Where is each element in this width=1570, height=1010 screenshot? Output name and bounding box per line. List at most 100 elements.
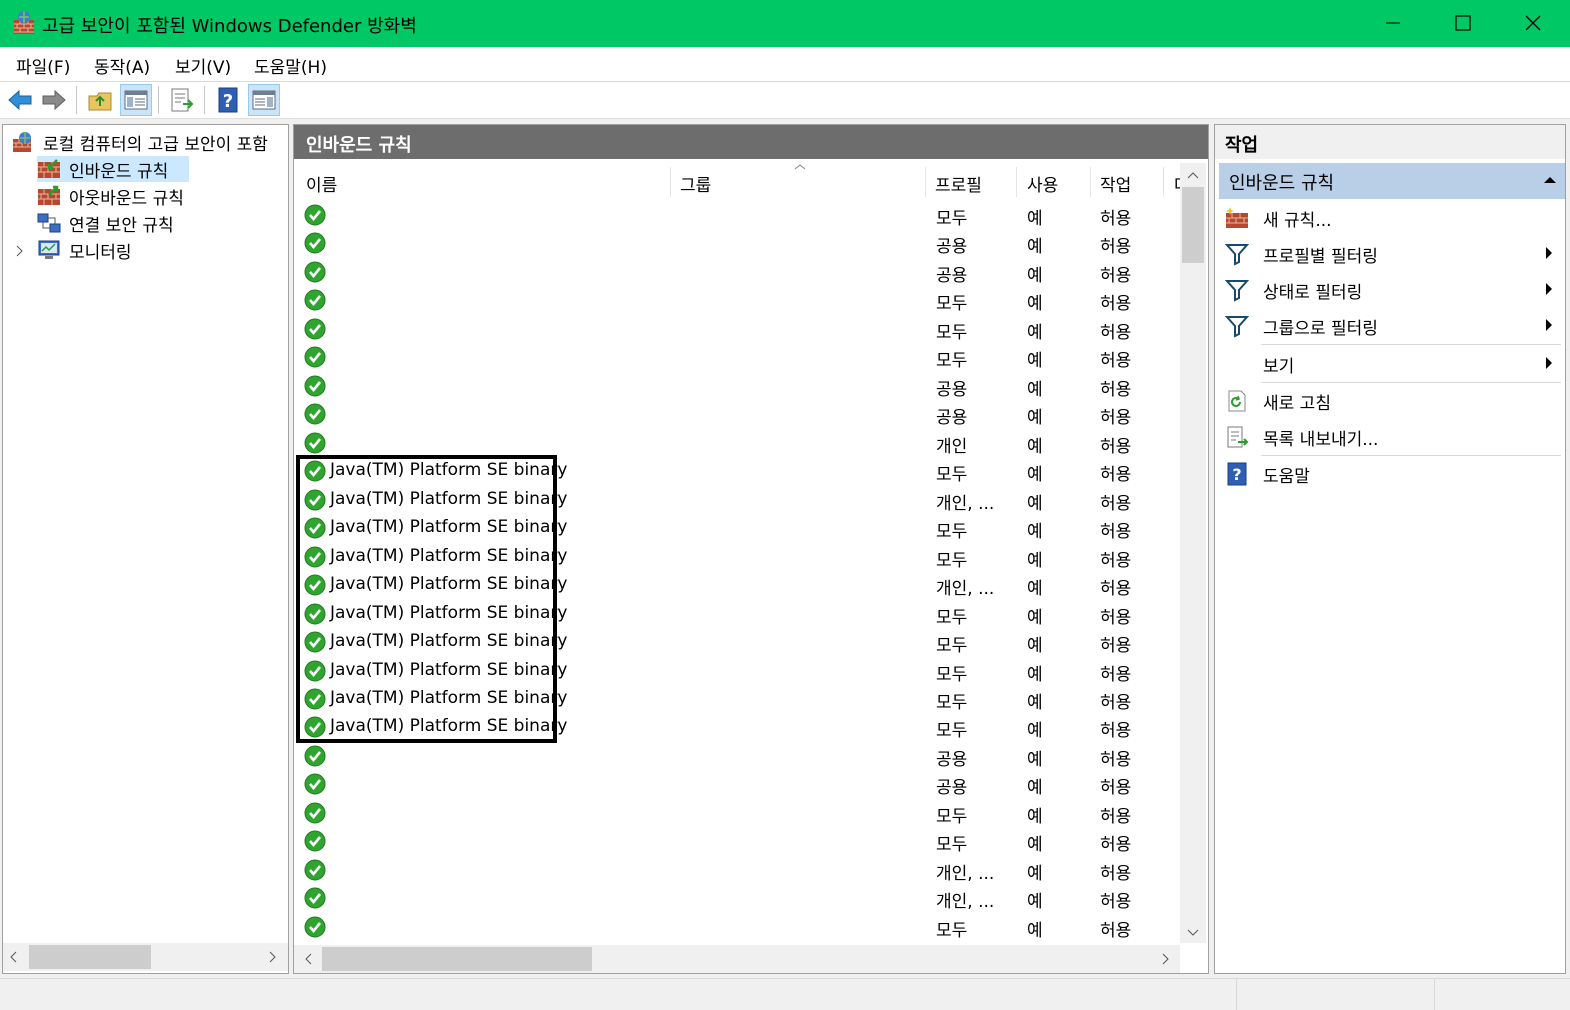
toolbar-separator: [76, 86, 77, 114]
forward-button[interactable]: [38, 84, 70, 116]
horizontal-scrollbar[interactable]: [3, 943, 288, 971]
rule-enabled-cell: 예: [1027, 522, 1043, 543]
column-divider[interactable]: [1163, 167, 1164, 197]
action-help[interactable]: ? 도움말: [1219, 457, 1565, 491]
table-row[interactable]: 모두예허용​: [302, 799, 1182, 827]
table-row[interactable]: 공용예허용​: [302, 372, 1182, 400]
action-new-rule[interactable]: 새 규칙...: [1219, 201, 1565, 235]
scroll-up-icon[interactable]: [1187, 171, 1199, 181]
menu-help[interactable]: 도움말(H): [254, 53, 327, 78]
table-row[interactable]: 공용예허용​: [302, 400, 1182, 428]
tree-item-outbound-rules[interactable]: 아웃바운드 규칙: [37, 183, 237, 209]
rule-action-cell: 허용: [1100, 522, 1132, 543]
menu-action[interactable]: 동작(A): [94, 53, 150, 78]
enabled-check-icon: [304, 204, 326, 231]
outbound-rules-icon: [38, 185, 60, 205]
scroll-left-icon[interactable]: [9, 951, 19, 963]
action-filter-by-group[interactable]: 그룹으로 필터링: [1219, 309, 1565, 343]
scrollbar-thumb[interactable]: [1182, 187, 1204, 263]
table-row[interactable]: 모두예허용​: [302, 827, 1182, 855]
action-filter-by-profile[interactable]: 프로필별 필터링: [1219, 237, 1565, 271]
action-separator: [1261, 344, 1561, 345]
rule-profile-cell: 모두: [936, 550, 968, 571]
column-divider[interactable]: [1016, 167, 1017, 197]
rule-profile-cell: 공용: [936, 408, 968, 429]
scroll-right-icon[interactable]: [267, 951, 277, 963]
export-list-button[interactable]: [166, 84, 198, 116]
rule-action-cell: 허용: [1100, 265, 1132, 286]
show-hide-action-pane-button[interactable]: [248, 84, 280, 116]
table-row[interactable]: 모두예허용​: [302, 315, 1182, 343]
scrollbar-thumb[interactable]: [322, 947, 592, 971]
status-bar: [0, 978, 1570, 1010]
rule-profile-cell: 개인, ...: [936, 493, 995, 514]
rule-action-cell: 허용: [1100, 436, 1132, 457]
table-row[interactable]: 공용예허용​: [302, 742, 1182, 770]
table-row[interactable]: 개인예허용​: [302, 429, 1182, 457]
rule-enabled-cell: 예: [1027, 237, 1043, 258]
menu-file[interactable]: 파일(F): [16, 53, 70, 78]
scroll-left-icon[interactable]: [304, 953, 314, 965]
action-view[interactable]: 보기: [1219, 347, 1565, 381]
rule-action-cell: 허용: [1100, 579, 1132, 600]
rule-enabled-cell: 예: [1027, 636, 1043, 657]
enabled-check-icon: [304, 887, 326, 914]
submenu-arrow-icon: [1546, 247, 1552, 259]
tree-item-connection-security-rules[interactable]: 연결 보안 규칙: [37, 210, 237, 236]
rule-profile-cell: 개인, ...: [936, 579, 995, 600]
rule-profile-cell: 개인, ...: [936, 892, 995, 913]
help-button[interactable]: ?: [212, 84, 244, 116]
up-folder-button[interactable]: [84, 84, 116, 116]
rule-profile-cell: 모두: [936, 607, 968, 628]
actions-section-header[interactable]: 인바운드 규칙: [1219, 163, 1565, 199]
close-button[interactable]: [1498, 0, 1568, 47]
menu-view[interactable]: 보기(V): [175, 53, 231, 78]
table-row[interactable]: 개인, ...예허용​: [302, 856, 1182, 884]
sort-ascending-icon: [794, 164, 806, 170]
action-label: 목록 내보내기...: [1263, 430, 1379, 450]
column-divider[interactable]: [925, 167, 926, 197]
scroll-right-icon[interactable]: [1160, 953, 1170, 965]
table-row[interactable]: 공용예허용​: [302, 258, 1182, 286]
rule-enabled-cell: 예: [1027, 835, 1043, 856]
minimize-button[interactable]: [1358, 0, 1428, 47]
rule-profile-cell: 모두: [936, 920, 968, 941]
tree-item-inbound-rules[interactable]: 인바운드 규칙: [37, 156, 189, 182]
scroll-down-icon[interactable]: [1187, 927, 1199, 937]
rule-profile-cell: 개인, ...: [936, 863, 995, 884]
toolbar: ?: [0, 82, 1570, 119]
table-row[interactable]: 모두예허용​: [302, 201, 1182, 229]
back-button[interactable]: [4, 84, 36, 116]
show-hide-tree-button[interactable]: [120, 84, 152, 116]
action-refresh[interactable]: 새로 고침: [1219, 384, 1565, 418]
vertical-scrollbar[interactable]: [1180, 163, 1206, 943]
rule-enabled-cell: 예: [1027, 920, 1043, 941]
tree-item-root[interactable]: 로컬 컴퓨터의 고급 보안이 포함: [11, 129, 288, 155]
table-row[interactable]: 공용예허용​: [302, 229, 1182, 257]
action-filter-by-state[interactable]: 상태로 필터링: [1219, 273, 1565, 307]
help-icon: ?: [1227, 462, 1247, 486]
rule-profile-cell: 모두: [936, 692, 968, 713]
show-hide-tree-icon: [124, 90, 148, 110]
action-export-list[interactable]: 목록 내보내기...: [1219, 420, 1565, 454]
table-row[interactable]: 공용예허용​: [302, 770, 1182, 798]
table-row[interactable]: 모두예허용​: [302, 343, 1182, 371]
scrollbar-thumb[interactable]: [29, 945, 151, 969]
tree-item-monitoring[interactable]: 모니터링: [37, 237, 237, 263]
collapse-up-icon[interactable]: [1543, 175, 1557, 185]
column-divider[interactable]: [1090, 167, 1091, 197]
rule-enabled-cell: 예: [1027, 294, 1043, 315]
chevron-right-icon[interactable]: [15, 244, 25, 258]
rule-enabled-cell: 예: [1027, 863, 1043, 884]
rule-action-cell: 허용: [1100, 408, 1132, 429]
firewall-app-icon: [14, 11, 34, 34]
column-divider[interactable]: [670, 167, 671, 197]
table-row[interactable]: 모두예허용​: [302, 913, 1182, 941]
maximize-button[interactable]: [1428, 0, 1498, 47]
close-icon: [1525, 15, 1541, 31]
table-row[interactable]: 모두예허용​: [302, 286, 1182, 314]
table-row[interactable]: 개인, ...예허용​: [302, 884, 1182, 912]
enabled-check-icon: [304, 773, 326, 800]
rule-profile-cell: 개인: [936, 436, 968, 457]
action-label: 새 규칙...: [1263, 211, 1332, 231]
